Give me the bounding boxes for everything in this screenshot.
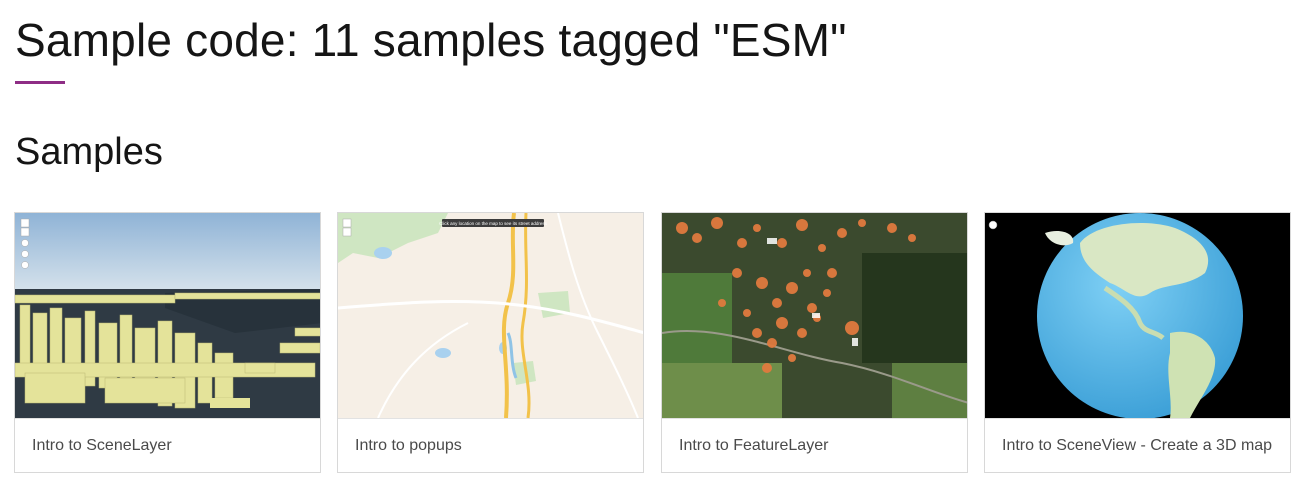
sample-thumbnail-featurelayer[interactable] [662, 213, 967, 418]
sample-thumbnail-scenelayer[interactable] [15, 213, 320, 418]
sample-thumbnail-popups[interactable]: Click any location on the map to see its… [338, 213, 643, 418]
title-underline [15, 81, 65, 84]
sample-card-featurelayer[interactable]: Intro to FeatureLayer [661, 212, 968, 473]
sample-card-grid: Intro to SceneLayer Click any location o… [14, 212, 1294, 474]
sample-title[interactable]: Intro to popups [338, 418, 643, 472]
page: Sample code: 11 samples tagged "ESM" Sam… [0, 0, 1309, 486]
section-title: Samples [15, 131, 163, 173]
page-title: Sample code: 11 samples tagged "ESM" [15, 14, 847, 66]
globe-image [985, 213, 1290, 418]
sample-card-scenelayer[interactable]: Intro to SceneLayer [14, 212, 321, 473]
sample-card-popups[interactable]: Click any location on the map to see its… [337, 212, 644, 473]
sample-thumbnail-sceneview[interactable] [985, 213, 1290, 418]
sample-title[interactable]: Intro to SceneView - Create a 3D map [985, 418, 1290, 472]
sample-title[interactable]: Intro to SceneLayer [15, 418, 320, 472]
satellite-trees-image [662, 213, 967, 418]
street-map-image: Click any location on the map to see its… [338, 213, 643, 418]
city-3d-image [15, 213, 320, 418]
map-popup-hint: Click any location on the map to see its… [439, 221, 548, 226]
sample-title[interactable]: Intro to FeatureLayer [662, 418, 967, 472]
sample-card-sceneview[interactable]: Intro to SceneView - Create a 3D map [984, 212, 1291, 473]
